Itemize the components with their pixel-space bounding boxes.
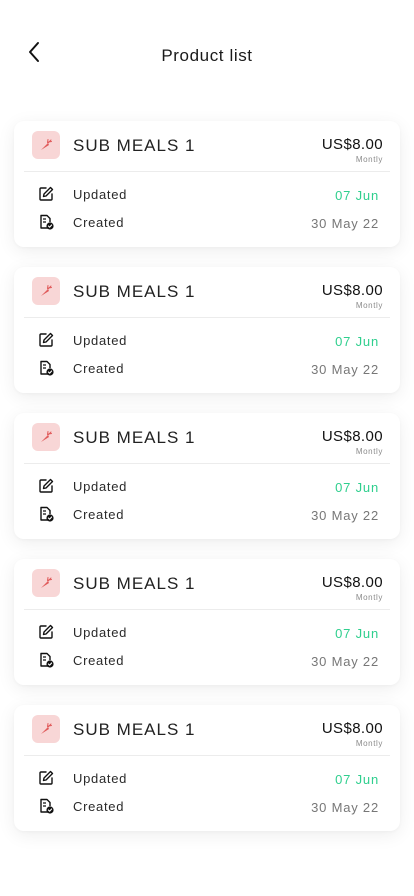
updated-label: Updated (73, 479, 128, 494)
created-label: Created (73, 799, 125, 814)
updated-row: Updated 07 Jun (14, 476, 400, 498)
card-divider (24, 609, 390, 610)
product-name: SUB MEALS 1 (73, 428, 196, 447)
file-check-icon (40, 652, 54, 668)
billing-period: Montly (355, 447, 383, 456)
product-list: SUB MEALS 1 US$8.00 Montly Updated 07 Ju… (14, 121, 400, 851)
created-date: 30 May 22 (311, 216, 379, 231)
carrot-icon (41, 431, 52, 442)
created-label: Created (73, 361, 125, 376)
app-header: Product list (0, 0, 414, 110)
billing-period: Montly (355, 301, 383, 310)
product-card[interactable]: SUB MEALS 1 US$8.00 Montly Updated 07 Ju… (14, 267, 400, 393)
product-card[interactable]: SUB MEALS 1 US$8.00 Montly Updated 07 Ju… (14, 121, 400, 247)
updated-row: Updated 07 Jun (14, 184, 400, 206)
created-date: 30 May 22 (311, 654, 379, 669)
carrot-icon (41, 139, 52, 150)
created-label: Created (73, 215, 125, 230)
product-thumbnail (32, 715, 60, 743)
product-price: US$8.00 (321, 282, 383, 299)
updated-label: Updated (73, 771, 128, 786)
product-price: US$8.00 (321, 136, 383, 153)
updated-label: Updated (73, 187, 128, 202)
product-price: US$8.00 (321, 574, 383, 591)
product-price: US$8.00 (321, 720, 383, 737)
carrot-icon (41, 285, 52, 296)
product-card-header: SUB MEALS 1 US$8.00 Montly (14, 559, 400, 609)
updated-date: 07 Jun (335, 626, 379, 641)
card-divider (24, 171, 390, 172)
product-card-header: SUB MEALS 1 US$8.00 Montly (14, 705, 400, 755)
updated-date: 07 Jun (335, 188, 379, 203)
card-divider (24, 463, 390, 464)
updated-date: 07 Jun (335, 480, 379, 495)
product-name: SUB MEALS 1 (73, 136, 196, 155)
product-card[interactable]: SUB MEALS 1 US$8.00 Montly Updated 07 Ju… (14, 413, 400, 539)
edit-icon (39, 186, 54, 201)
updated-date: 07 Jun (335, 334, 379, 349)
card-divider (24, 755, 390, 756)
file-check-icon (40, 798, 54, 814)
file-check-icon (40, 214, 54, 230)
product-card[interactable]: SUB MEALS 1 US$8.00 Montly Updated 07 Ju… (14, 705, 400, 831)
product-card-header: SUB MEALS 1 US$8.00 Montly (14, 121, 400, 171)
updated-row: Updated 07 Jun (14, 768, 400, 790)
created-date: 30 May 22 (311, 800, 379, 815)
updated-label: Updated (73, 333, 128, 348)
edit-icon (39, 478, 54, 493)
billing-period: Montly (355, 739, 383, 748)
product-price: US$8.00 (321, 428, 383, 445)
product-name: SUB MEALS 1 (73, 282, 196, 301)
updated-row: Updated 07 Jun (14, 622, 400, 644)
created-row: Created 30 May 22 (14, 650, 400, 672)
billing-period: Montly (355, 155, 383, 164)
created-row: Created 30 May 22 (14, 212, 400, 234)
page-title: Product list (161, 46, 253, 65)
created-row: Created 30 May 22 (14, 504, 400, 526)
product-thumbnail (32, 131, 60, 159)
carrot-icon (41, 723, 52, 734)
created-date: 30 May 22 (311, 508, 379, 523)
file-check-icon (40, 360, 54, 376)
file-check-icon (40, 506, 54, 522)
edit-icon (39, 624, 54, 639)
created-row: Created 30 May 22 (14, 796, 400, 818)
product-name: SUB MEALS 1 (73, 720, 196, 739)
edit-icon (39, 332, 54, 347)
product-thumbnail (32, 569, 60, 597)
created-label: Created (73, 507, 125, 522)
updated-date: 07 Jun (335, 772, 379, 787)
product-thumbnail (32, 423, 60, 451)
created-label: Created (73, 653, 125, 668)
billing-period: Montly (355, 593, 383, 602)
created-row: Created 30 May 22 (14, 358, 400, 380)
product-card-header: SUB MEALS 1 US$8.00 Montly (14, 267, 400, 317)
card-divider (24, 317, 390, 318)
product-card[interactable]: SUB MEALS 1 US$8.00 Montly Updated 07 Ju… (14, 559, 400, 685)
updated-label: Updated (73, 625, 128, 640)
updated-row: Updated 07 Jun (14, 330, 400, 352)
created-date: 30 May 22 (311, 362, 379, 377)
carrot-icon (41, 577, 52, 588)
product-thumbnail (32, 277, 60, 305)
product-name: SUB MEALS 1 (73, 574, 196, 593)
product-card-header: SUB MEALS 1 US$8.00 Montly (14, 413, 400, 463)
edit-icon (39, 770, 54, 785)
